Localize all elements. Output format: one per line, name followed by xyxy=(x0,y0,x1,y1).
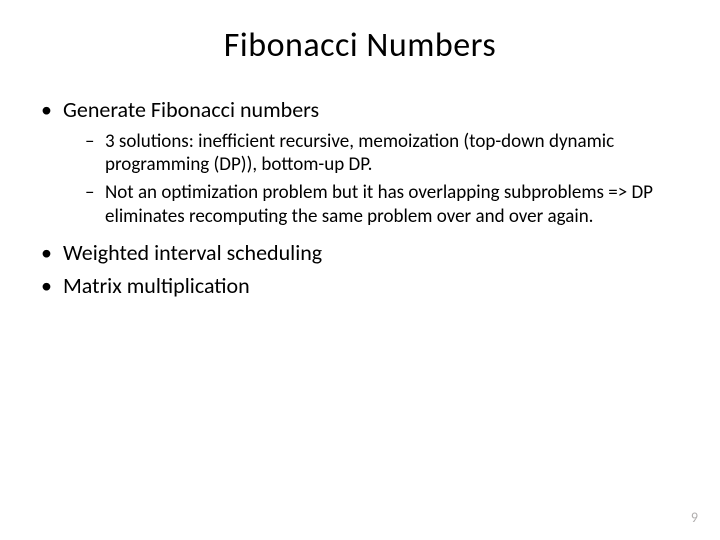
sub-bullet-list: 3 solutions: inefficient recursive, memo… xyxy=(63,130,685,229)
sub-bullet-text: Not an optimization problem but it has o… xyxy=(105,181,653,228)
bullet-text: Weighted interval scheduling xyxy=(63,239,322,266)
slide-content: Generate Fibonacci numbers 3 solutions: … xyxy=(35,96,685,300)
page-number: 9 xyxy=(691,509,698,526)
sub-bullet-text: 3 solutions: inefficient recursive, memo… xyxy=(105,130,614,177)
slide: Fibonacci Numbers Generate Fibonacci num… xyxy=(0,0,720,540)
bullet-item: Matrix multiplication xyxy=(35,272,685,300)
bullet-text: Generate Fibonacci numbers xyxy=(63,96,319,123)
bullet-item: Weighted interval scheduling xyxy=(35,239,685,267)
slide-title: Fibonacci Numbers xyxy=(35,25,685,66)
bullet-text: Matrix multiplication xyxy=(63,272,250,299)
sub-bullet-item: Not an optimization problem but it has o… xyxy=(81,181,685,229)
sub-bullet-item: 3 solutions: inefficient recursive, memo… xyxy=(81,130,685,178)
bullet-list: Generate Fibonacci numbers 3 solutions: … xyxy=(35,96,685,300)
bullet-item: Generate Fibonacci numbers 3 solutions: … xyxy=(35,96,685,229)
